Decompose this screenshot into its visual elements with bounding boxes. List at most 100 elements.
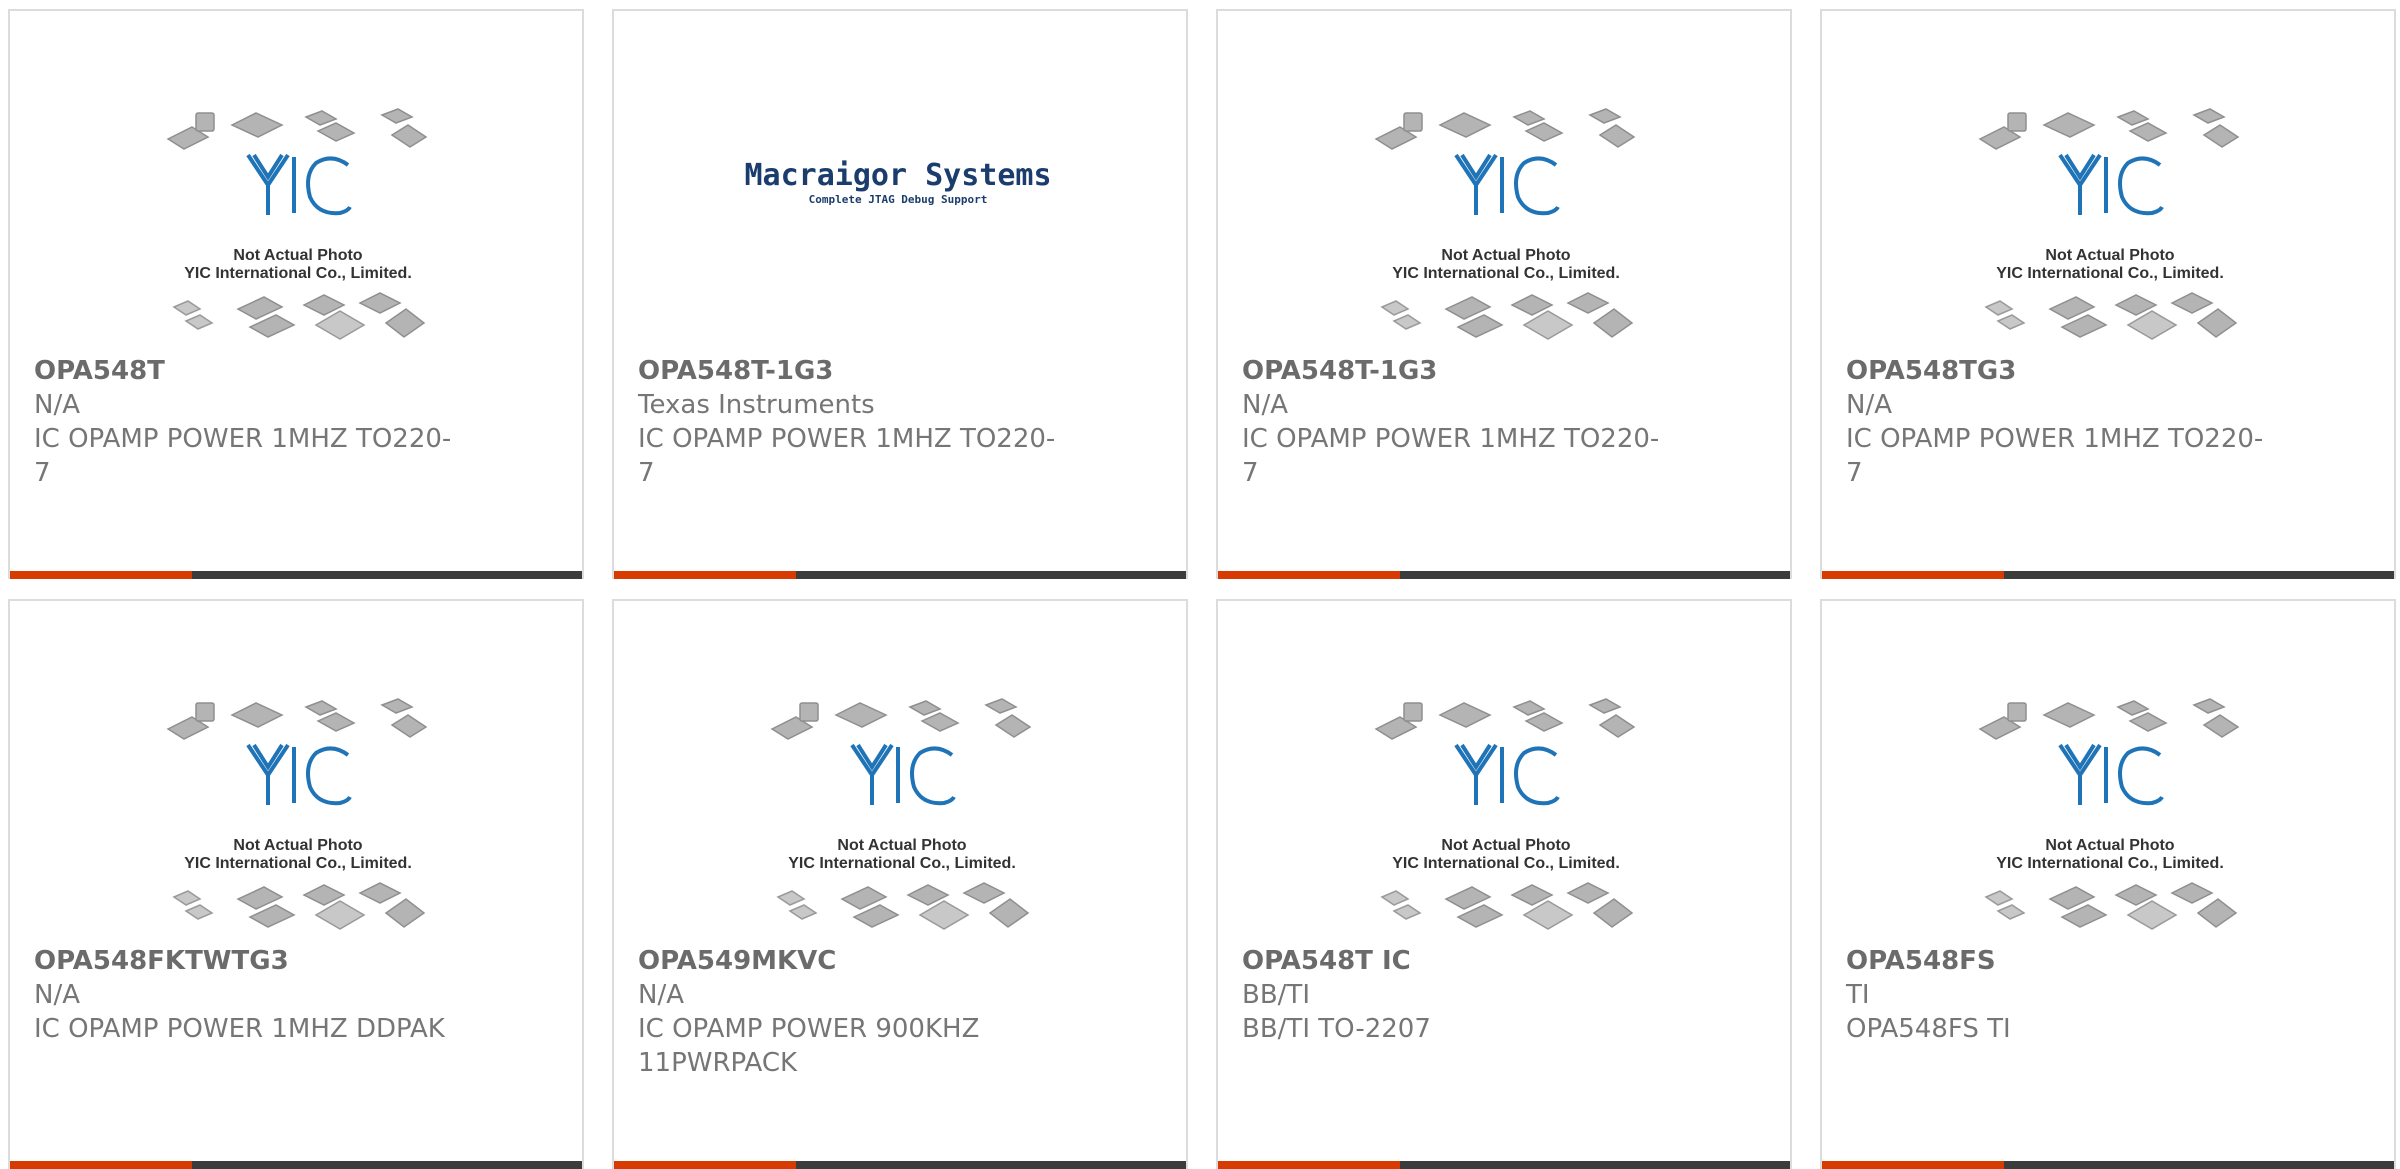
yic-logo bbox=[2058, 153, 2164, 216]
placeholder-caption: Not Actual Photo bbox=[2045, 247, 2174, 264]
chip-icons-bottom bbox=[1984, 292, 2238, 340]
product-info: OPA548T-1G3 N/A IC OPAMP POWER 1MHZ TO22… bbox=[1242, 354, 1662, 490]
product-image-placeholder: Not Actual Photo YIC International Co., … bbox=[166, 698, 428, 930]
manufacturer: N/A bbox=[34, 980, 80, 1010]
product-card[interactable]: Not Actual Photo YIC International Co., … bbox=[8, 9, 584, 579]
placeholder-company: YIC International Co., Limited. bbox=[184, 265, 412, 282]
product-card[interactable]: Macraigor Systems Complete JTAG Debug Su… bbox=[612, 9, 1188, 579]
card-accent bbox=[10, 1161, 192, 1169]
product-info: OPA548FS TI OPA548FS TI bbox=[1846, 944, 2266, 1046]
product-info: OPA548T N/A IC OPAMP POWER 1MHZ TO220-7 bbox=[34, 354, 454, 490]
part-number[interactable]: OPA549MKVC bbox=[638, 944, 1058, 978]
product-info: OPA548TG3 N/A IC OPAMP POWER 1MHZ TO220-… bbox=[1846, 354, 2266, 490]
part-number[interactable]: OPA548T-1G3 bbox=[1242, 354, 1662, 388]
chip-icons-bottom bbox=[1380, 882, 1634, 930]
placeholder-company: YIC International Co., Limited. bbox=[1392, 855, 1620, 872]
product-card[interactable]: Not Actual Photo YIC International Co., … bbox=[1216, 9, 1792, 579]
description: IC OPAMP POWER 1MHZ DDPAK bbox=[34, 1014, 445, 1044]
card-footer-bar bbox=[10, 1161, 582, 1169]
product-info: OPA548FKTWTG3 N/A IC OPAMP POWER 1MHZ DD… bbox=[34, 944, 454, 1046]
placeholder-company: YIC International Co., Limited. bbox=[1996, 265, 2224, 282]
card-footer-bar bbox=[10, 571, 582, 579]
product-image-placeholder: Not Actual Photo YIC International Co., … bbox=[1978, 698, 2240, 930]
chip-icons-bottom bbox=[1380, 292, 1634, 340]
yic-logo bbox=[246, 153, 352, 216]
placeholder-company: YIC International Co., Limited. bbox=[184, 855, 412, 872]
card-accent bbox=[1822, 571, 2004, 579]
chip-icons-top bbox=[1978, 108, 2240, 150]
chip-icons-bottom bbox=[776, 882, 1030, 930]
product-card[interactable]: Not Actual Photo YIC International Co., … bbox=[1820, 599, 2396, 1169]
product-info: OPA548T IC BB/TI BB/TI TO-2207 bbox=[1242, 944, 1662, 1046]
manufacturer: N/A bbox=[1242, 390, 1288, 420]
placeholder-caption: Not Actual Photo bbox=[233, 247, 362, 264]
card-accent bbox=[614, 1161, 796, 1169]
part-number[interactable]: OPA548T IC bbox=[1242, 944, 1662, 978]
yic-logo bbox=[246, 743, 352, 806]
yic-logo bbox=[1454, 743, 1560, 806]
manufacturer: TI bbox=[1846, 980, 1870, 1010]
description: IC OPAMP POWER 1MHZ TO220-7 bbox=[638, 424, 1056, 488]
placeholder-caption: Not Actual Photo bbox=[1441, 247, 1570, 264]
placeholder-company: YIC International Co., Limited. bbox=[1392, 265, 1620, 282]
placeholder-caption: Not Actual Photo bbox=[837, 837, 966, 854]
macraigor-logo: Macraigor Systems bbox=[744, 158, 1051, 193]
product-info: OPA549MKVC N/A IC OPAMP POWER 900KHZ 11P… bbox=[638, 944, 1058, 1080]
macraigor-tagline: Complete JTAG Debug Support bbox=[809, 193, 988, 206]
manufacturer: BB/TI bbox=[1242, 980, 1310, 1010]
card-accent bbox=[10, 571, 192, 579]
placeholder-caption: Not Actual Photo bbox=[2045, 837, 2174, 854]
yic-logo bbox=[850, 743, 956, 806]
chip-icons-top bbox=[1374, 108, 1636, 150]
placeholder-company: YIC International Co., Limited. bbox=[788, 855, 1016, 872]
description: IC OPAMP POWER 1MHZ TO220-7 bbox=[1846, 424, 2264, 488]
description: BB/TI TO-2207 bbox=[1242, 1014, 1431, 1044]
chip-icons-top bbox=[166, 698, 428, 740]
card-footer-bar bbox=[1822, 571, 2394, 579]
chip-icons-bottom bbox=[1984, 882, 2238, 930]
chip-icons-top bbox=[1374, 698, 1636, 740]
chip-icons-top bbox=[770, 698, 1032, 740]
card-accent bbox=[1218, 571, 1400, 579]
product-image-placeholder: Not Actual Photo YIC International Co., … bbox=[1374, 108, 1636, 340]
yic-logo bbox=[2058, 743, 2164, 806]
product-image-macraigor: Macraigor Systems Complete JTAG Debug Su… bbox=[744, 158, 1051, 206]
card-footer-bar bbox=[1218, 1161, 1790, 1169]
card-accent bbox=[1822, 1161, 2004, 1169]
part-number[interactable]: OPA548FS bbox=[1846, 944, 2266, 978]
product-card[interactable]: Not Actual Photo YIC International Co., … bbox=[612, 599, 1188, 1169]
placeholder-caption: Not Actual Photo bbox=[1441, 837, 1570, 854]
product-card[interactable]: Not Actual Photo YIC International Co., … bbox=[1820, 9, 2396, 579]
manufacturer: N/A bbox=[1846, 390, 1892, 420]
card-footer-bar bbox=[614, 1161, 1186, 1169]
description: IC OPAMP POWER 1MHZ TO220-7 bbox=[34, 424, 452, 488]
product-card[interactable]: Not Actual Photo YIC International Co., … bbox=[8, 599, 584, 1169]
card-accent bbox=[614, 571, 796, 579]
product-card[interactable]: Not Actual Photo YIC International Co., … bbox=[1216, 599, 1792, 1169]
product-image-placeholder: Not Actual Photo YIC International Co., … bbox=[1374, 698, 1636, 930]
description: IC OPAMP POWER 900KHZ 11PWRPACK bbox=[638, 1014, 980, 1078]
yic-logo bbox=[1454, 153, 1560, 216]
part-number[interactable]: OPA548T bbox=[34, 354, 454, 388]
description: OPA548FS TI bbox=[1846, 1014, 2011, 1044]
product-image-placeholder: Not Actual Photo YIC International Co., … bbox=[770, 698, 1032, 930]
part-number[interactable]: OPA548FKTWTG3 bbox=[34, 944, 454, 978]
product-image-placeholder: Not Actual Photo YIC International Co., … bbox=[166, 108, 428, 340]
card-footer-bar bbox=[1822, 1161, 2394, 1169]
card-accent bbox=[1218, 1161, 1400, 1169]
placeholder-company: YIC International Co., Limited. bbox=[1996, 855, 2224, 872]
manufacturer: Texas Instruments bbox=[638, 390, 875, 420]
product-info: OPA548T-1G3 Texas Instruments IC OPAMP P… bbox=[638, 354, 1058, 490]
manufacturer: N/A bbox=[34, 390, 80, 420]
chip-icons-bottom bbox=[172, 882, 426, 930]
card-footer-bar bbox=[614, 571, 1186, 579]
manufacturer: N/A bbox=[638, 980, 684, 1010]
part-number[interactable]: OPA548TG3 bbox=[1846, 354, 2266, 388]
product-image-placeholder: Not Actual Photo YIC International Co., … bbox=[1978, 108, 2240, 340]
placeholder-caption: Not Actual Photo bbox=[233, 837, 362, 854]
chip-icons-bottom bbox=[172, 292, 426, 340]
chip-icons-top bbox=[166, 108, 428, 150]
part-number[interactable]: OPA548T-1G3 bbox=[638, 354, 1058, 388]
chip-icons-top bbox=[1978, 698, 2240, 740]
description: IC OPAMP POWER 1MHZ TO220-7 bbox=[1242, 424, 1660, 488]
